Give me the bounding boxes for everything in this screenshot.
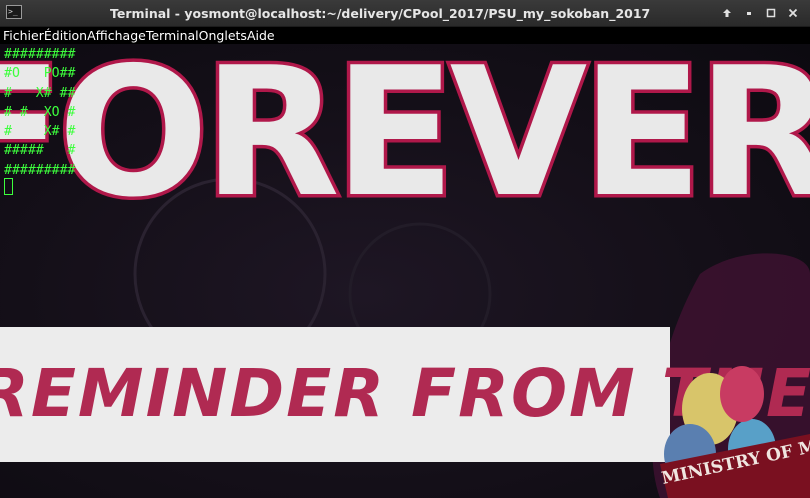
window-title: Terminal - yosmont@localhost:~/delivery/…: [110, 6, 651, 21]
menu-terminal[interactable]: Terminal: [146, 27, 199, 44]
terminal-cursor: [4, 178, 13, 195]
minimize-icon[interactable]: [738, 0, 760, 27]
wallpaper-image: FOREVER REMINDER FROM THE MINISTRY OF M: [0, 44, 810, 498]
menu-edition[interactable]: Édition: [44, 27, 87, 44]
terminal-line: #########: [4, 47, 76, 62]
terminal-line: #O PO##: [4, 66, 76, 82]
maximize-icon[interactable]: [760, 0, 782, 27]
terminal-line: # X# #: [4, 124, 76, 140]
menu-fichier[interactable]: Fichier: [3, 27, 44, 44]
terminal-icon[interactable]: >_: [6, 5, 22, 19]
menu-onglets[interactable]: Onglets: [199, 27, 247, 44]
terminal-line: ##### #: [4, 143, 76, 159]
wallpaper-balloon: [720, 366, 764, 422]
terminal-line: # X# ##: [4, 85, 76, 101]
terminal-line: # # XO #: [4, 104, 76, 120]
wallpaper-headline: FOREVER: [0, 44, 810, 236]
title-bar: >_ Terminal - yosmont@localhost:~/delive…: [0, 0, 810, 27]
window-controls: [716, 0, 804, 27]
close-icon[interactable]: [782, 0, 804, 27]
terminal-line: #########: [4, 162, 76, 178]
menu-affichage[interactable]: Affichage: [87, 27, 146, 44]
terminal-area[interactable]: FOREVER REMINDER FROM THE MINISTRY OF M …: [0, 44, 810, 498]
arrow-up-icon[interactable]: [716, 0, 738, 27]
menu-aide[interactable]: Aide: [247, 27, 275, 44]
terminal-output: ######### #O PO## # X# ## # # XO # # X# …: [4, 45, 75, 180]
menu-bar: Fichier Édition Affichage Terminal Ongle…: [0, 27, 810, 44]
